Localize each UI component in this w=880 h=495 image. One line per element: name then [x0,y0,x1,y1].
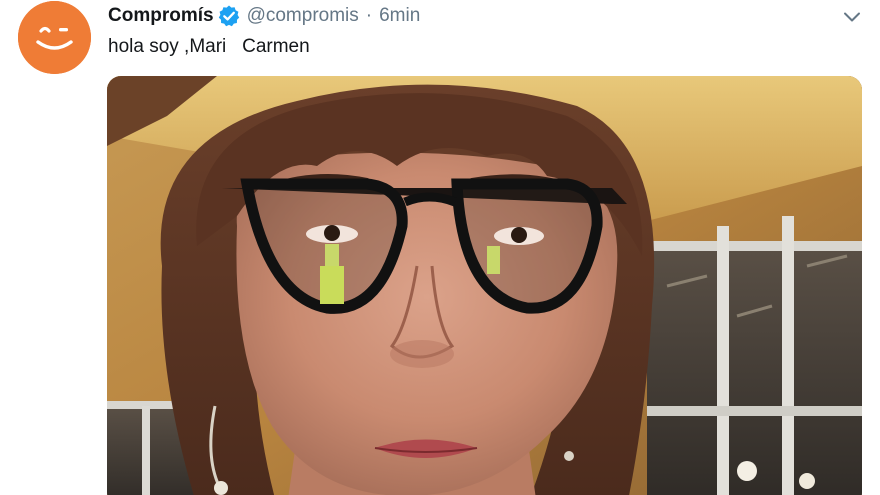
tweet[interactable]: Compromís @compromis · 6min hola soy ,Ma… [0,0,880,495]
display-name[interactable]: Compromís [108,4,214,28]
tweet-timestamp[interactable]: 6min [379,4,420,28]
tweet-text: hola soy ,Mari Carmen [108,36,310,57]
header-separator: · [365,5,373,26]
tweet-photo[interactable] [107,76,862,495]
chevron-down-icon [844,12,860,22]
smiley-logo-icon [18,1,91,74]
author-handle[interactable]: @compromis [247,4,359,28]
tweet-header: Compromís @compromis · 6min [108,4,420,28]
tweet-menu-button[interactable] [840,5,864,29]
avatar[interactable] [18,1,91,74]
verified-badge-icon [217,4,241,28]
selfie-photo [107,76,862,495]
